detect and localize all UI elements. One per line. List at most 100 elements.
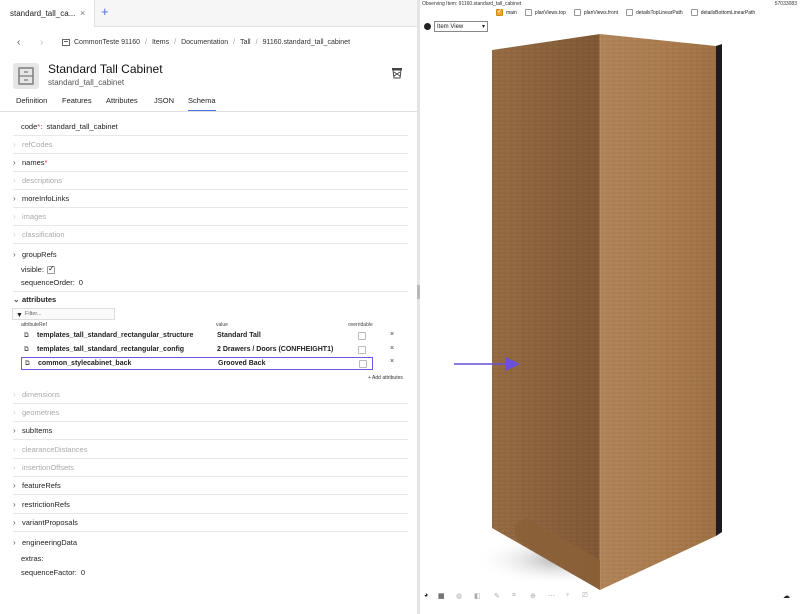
- add-tab-button[interactable]: +: [101, 4, 109, 19]
- chevron-right-icon: ›: [13, 249, 16, 259]
- moreinfolinks-label: moreInfoLinks: [22, 194, 70, 203]
- breadcrumb: CommonTeste 91160 / Items / Documentatio…: [62, 39, 350, 46]
- remove-attribute-button[interactable]: ×: [390, 331, 394, 338]
- refcodes-label: refCodes: [22, 140, 53, 149]
- attributes-label: attributes: [22, 294, 57, 304]
- images-label: images: [22, 212, 47, 221]
- external-link-icon[interactable]: ⧉: [24, 332, 29, 340]
- overridable-checkbox[interactable]: [358, 346, 366, 354]
- attribute-value[interactable]: 2 Drawers / Doors (CONFHEIGHT1): [217, 346, 333, 353]
- clearancedistances-row[interactable]: › clearanceDistances: [13, 441, 408, 459]
- hierarchy-icon[interactable]: ♆: [565, 592, 570, 599]
- tab-definition[interactable]: Definition: [16, 96, 47, 105]
- editor-pane: standard_tall_ca... × + ‹ › CommonTeste …: [0, 0, 418, 614]
- page-title: Standard Tall Cabinet: [48, 62, 163, 76]
- chevron-right-icon: ›: [13, 140, 16, 149]
- variantproposals-row[interactable]: › variantProposals: [13, 514, 408, 532]
- geometries-row[interactable]: › geometries: [13, 404, 408, 422]
- tab-attributes[interactable]: Attributes: [106, 96, 138, 105]
- viewer-pane: Observing Item: 91160.standard_tall_cabi…: [420, 0, 805, 614]
- cabinet-icon[interactable]: [391, 67, 403, 81]
- breadcrumb-item[interactable]: Items: [152, 39, 169, 46]
- sequenceorder-value[interactable]: 0: [79, 278, 83, 287]
- attribute-value[interactable]: Standard Tall: [217, 332, 261, 339]
- measure-icon[interactable]: ⋯: [548, 592, 555, 600]
- chevron-right-icon: ›: [13, 194, 16, 203]
- insertionoffsets-row[interactable]: › insertionOffsets: [13, 459, 408, 477]
- brush-icon[interactable]: ✎: [494, 592, 500, 600]
- back-button[interactable]: ‹: [17, 37, 20, 48]
- viewer-toolbar: ◕ ▦ ◍ ◧ ✎ ⌗ ⊕ ⋯ ♆ ⎚ ☁: [420, 591, 805, 605]
- restrictionrefs-row[interactable]: › restrictionRefs: [13, 496, 408, 514]
- sequencefactor-label: sequenceFactor:: [21, 567, 77, 577]
- visible-checkbox[interactable]: [46, 264, 55, 274]
- breadcrumb-item[interactable]: Tall: [240, 39, 251, 46]
- chevron-right-icon: ›: [13, 463, 16, 472]
- tab-label: standard_tall_ca...: [10, 9, 76, 18]
- overridable-checkbox[interactable]: [358, 332, 366, 340]
- featurerefs-row[interactable]: › featureRefs: [13, 477, 408, 495]
- remove-attribute-button[interactable]: ×: [390, 358, 394, 365]
- chevron-right-icon: ›: [13, 390, 16, 399]
- descriptions-row[interactable]: › descriptions: [13, 172, 408, 190]
- crosshair-icon[interactable]: ⊕: [530, 592, 536, 600]
- attribute-row[interactable]: ⧉ templates_tall_standard_rectangular_co…: [21, 344, 408, 357]
- subitems-row[interactable]: › subItems: [13, 422, 408, 440]
- remove-attribute-button[interactable]: ×: [390, 345, 394, 352]
- transform-icon[interactable]: ⌗: [512, 592, 516, 600]
- attributes-row[interactable]: ⌄ attributes: [13, 290, 408, 308]
- item-tabs: Definition Features Attributes JSON Sche…: [0, 93, 418, 112]
- chevron-right-icon: ›: [13, 518, 16, 527]
- grid-icon[interactable]: ▦: [438, 592, 445, 600]
- attribute-row-selected[interactable]: ⧉ common_stylecabinet_back Grooved Back: [21, 357, 373, 370]
- forward-button[interactable]: ›: [40, 37, 43, 48]
- code-label: code: [21, 122, 38, 131]
- grouprefs-label: groupRefs: [22, 249, 57, 259]
- tab-json[interactable]: JSON: [154, 96, 174, 105]
- tab-features[interactable]: Features: [62, 96, 92, 105]
- palette-icon[interactable]: ◕: [424, 592, 428, 599]
- camera-icon[interactable]: ⎚: [582, 592, 588, 600]
- cloud-download-icon[interactable]: ☁: [783, 592, 790, 600]
- chevron-right-icon: ›: [13, 212, 16, 221]
- code-row: code *: standard_tall_cabinet: [13, 118, 408, 136]
- chevron-right-icon: ›: [13, 426, 16, 435]
- tab-standard-tall-cabinet[interactable]: standard_tall_ca... ×: [0, 0, 95, 27]
- images-row[interactable]: › images: [13, 208, 408, 226]
- classification-row[interactable]: › classification: [13, 226, 408, 244]
- sequencefactor-value[interactable]: 0: [81, 568, 85, 577]
- add-attributes-button[interactable]: + Add attributes: [368, 375, 403, 381]
- attribute-value[interactable]: Grooved Back: [218, 360, 265, 367]
- breadcrumb-item[interactable]: CommonTeste 91160: [74, 39, 140, 46]
- external-link-icon[interactable]: ⧉: [25, 360, 30, 368]
- code-value[interactable]: standard_tall_cabinet: [46, 122, 117, 131]
- close-icon[interactable]: ×: [80, 8, 85, 18]
- dimensions-row[interactable]: › dimensions: [13, 386, 408, 404]
- restrictionrefs-label: restrictionRefs: [22, 500, 70, 509]
- attribute-row[interactable]: ⧉ templates_tall_standard_rectangular_st…: [21, 330, 408, 343]
- geometries-label: geometries: [22, 408, 60, 417]
- breadcrumb-item[interactable]: Documentation: [181, 39, 228, 46]
- item-header: Standard Tall Cabinet standard_tall_cabi…: [0, 57, 418, 93]
- attribute-ref: templates_tall_standard_rectangular_stru…: [37, 332, 194, 339]
- filter-input[interactable]: ▼ Filter...: [12, 308, 115, 320]
- column-header-value: value: [216, 322, 228, 328]
- refcodes-row[interactable]: › refCodes: [13, 136, 408, 154]
- overridable-checkbox[interactable]: [359, 360, 367, 368]
- sequenceorder-label: sequenceOrder:: [21, 278, 75, 287]
- external-link-icon[interactable]: ⧉: [24, 346, 29, 354]
- sphere-icon[interactable]: ◍: [456, 592, 462, 600]
- folder-icon: [62, 39, 70, 46]
- names-label: names: [22, 158, 45, 167]
- moreinfolinks-row[interactable]: › moreInfoLinks: [13, 190, 408, 208]
- breadcrumb-item[interactable]: 91160.standard_tall_cabinet: [263, 39, 350, 46]
- chevron-right-icon: ›: [13, 176, 16, 185]
- cabinet-3d-render[interactable]: [420, 0, 805, 614]
- extras-label: extras:: [21, 553, 44, 563]
- tab-schema[interactable]: Schema: [188, 96, 216, 111]
- layers-icon[interactable]: ◧: [474, 592, 481, 600]
- chevron-right-icon: ›: [13, 408, 16, 417]
- chevron-down-icon: ⌄: [13, 294, 20, 304]
- names-row[interactable]: › names *: [13, 154, 408, 172]
- sequencefactor-row: sequenceFactor: 0: [13, 563, 408, 581]
